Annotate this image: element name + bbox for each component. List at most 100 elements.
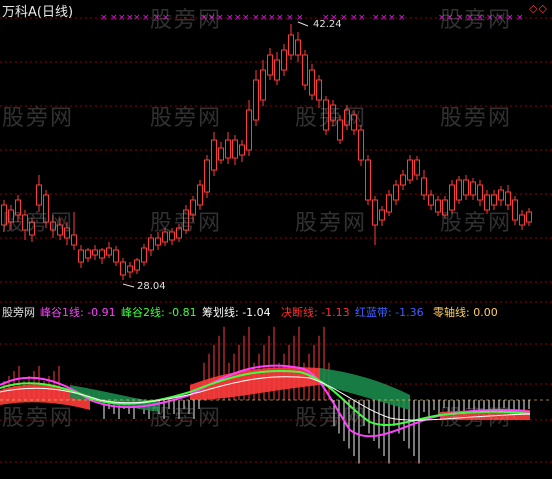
watermark: 股旁网 — [440, 8, 513, 33]
candle-body — [519, 214, 525, 226]
candle-body — [225, 139, 231, 159]
legend-decision-line: 决断线: -1.13 — [281, 306, 350, 319]
watermark: 股旁网 — [440, 406, 513, 431]
candle-body — [400, 174, 406, 186]
top-marker: × — [234, 13, 242, 23]
candle-body — [239, 144, 245, 156]
watermark: 股旁网 — [295, 106, 368, 131]
top-marker: × — [398, 13, 406, 23]
candle-body — [372, 199, 378, 226]
candle-body — [302, 54, 308, 86]
top-marker: × — [100, 13, 108, 23]
top-marker: × — [118, 13, 126, 23]
candle-body — [428, 194, 434, 206]
candle-body — [421, 177, 427, 196]
candle-body — [491, 194, 497, 206]
candle-body — [288, 34, 294, 56]
candle-body — [295, 39, 301, 56]
corner-diamond-icons[interactable]: ◇◇ — [529, 2, 548, 15]
top-marker: × — [516, 13, 524, 23]
legend-red-blue-band: 红蓝带: -1.36 — [355, 306, 424, 319]
chart-title: 万科A(日线) — [2, 5, 74, 20]
candle-body — [36, 184, 42, 206]
candle-body — [407, 159, 413, 181]
watermark: 股旁网 — [295, 406, 368, 431]
indicator-legend-bar: 股旁网 峰谷1线: -0.91 峰谷2线: -0.81 筹划线: -1.04 决… — [0, 304, 552, 320]
low-pointer — [122, 283, 135, 288]
top-marker: × — [268, 13, 276, 23]
high-price-label: 42.24 — [313, 19, 342, 30]
candle-body — [498, 189, 504, 201]
candle-body — [246, 109, 252, 151]
candle-body — [316, 79, 322, 101]
candle-body — [386, 194, 392, 213]
candle-body — [393, 184, 399, 201]
top-marker: × — [252, 13, 260, 23]
top-marker: × — [142, 13, 150, 23]
top-marker: × — [276, 13, 284, 23]
watermark: 股旁网 — [150, 211, 223, 236]
candle-body — [512, 199, 518, 221]
candle-body — [232, 139, 238, 159]
low-price-label: 28.04 — [137, 281, 166, 292]
chart-window: × × × × × × × × × × × × × × × × × × × × × × × × × × × × × × × × × × × × × × 万… — [0, 0, 552, 479]
watermark: 股旁网 — [2, 406, 75, 431]
candle-body — [106, 247, 112, 256]
watermark: 股旁网 — [2, 211, 75, 236]
candle-body — [477, 184, 483, 201]
candle-body — [267, 54, 273, 76]
top-marker: × — [133, 13, 141, 23]
top-marker: × — [110, 13, 118, 23]
watermark: 股旁网 — [440, 106, 513, 131]
candle-body — [85, 249, 91, 259]
top-marker: × — [226, 13, 234, 23]
candle-body — [379, 209, 385, 221]
legend-plan-line: 筹划线: -1.04 — [202, 306, 271, 319]
candle-body — [505, 191, 511, 206]
candle-body — [218, 147, 224, 161]
top-marker: × — [380, 13, 388, 23]
candle-body — [113, 249, 119, 263]
top-marker: × — [286, 13, 294, 23]
top-marker: × — [372, 13, 380, 23]
legend-peak-valley-2: 峰谷2线: -0.81 — [121, 306, 197, 319]
candle-body — [148, 237, 154, 251]
candle-body — [456, 179, 462, 201]
candle-body — [358, 129, 364, 161]
candle-body — [309, 69, 315, 96]
candle-body — [155, 237, 161, 246]
candle-body — [211, 139, 217, 171]
candle-body — [141, 247, 147, 263]
candle-body — [463, 179, 469, 196]
watermark: 股旁网 — [150, 406, 223, 431]
top-marker: × — [242, 13, 250, 23]
candle-body — [127, 265, 133, 273]
top-marker: × — [350, 13, 358, 23]
watermark: 股旁网 — [150, 8, 223, 33]
top-marker: × — [358, 13, 366, 23]
candle-body — [120, 261, 126, 276]
candle-body — [274, 59, 280, 81]
candle-body — [78, 249, 84, 263]
legend-zero-axis: 零轴线: 0.00 — [433, 306, 498, 319]
candle-body — [281, 49, 287, 71]
candle-body — [470, 181, 476, 196]
candle-body — [253, 79, 259, 121]
watermark: 股旁网 — [2, 106, 75, 131]
candle-body — [260, 69, 266, 101]
candle-body — [365, 159, 371, 201]
legend-peak-valley-1: 峰谷1线: -0.91 — [40, 306, 116, 319]
top-marker: × — [260, 13, 268, 23]
top-marker: × — [388, 13, 396, 23]
candle-body — [526, 211, 532, 223]
watermark: 股旁网 — [440, 211, 513, 236]
watermark: 股旁网 — [295, 211, 368, 236]
candle-body — [99, 249, 105, 259]
watermark: 股旁网 — [150, 106, 223, 131]
legend-source: 股旁网 — [2, 306, 35, 319]
candle-body — [92, 249, 98, 256]
candle-body — [414, 159, 420, 176]
candle-body — [197, 184, 203, 206]
candle-body — [134, 259, 140, 271]
top-marker: × — [296, 13, 304, 23]
